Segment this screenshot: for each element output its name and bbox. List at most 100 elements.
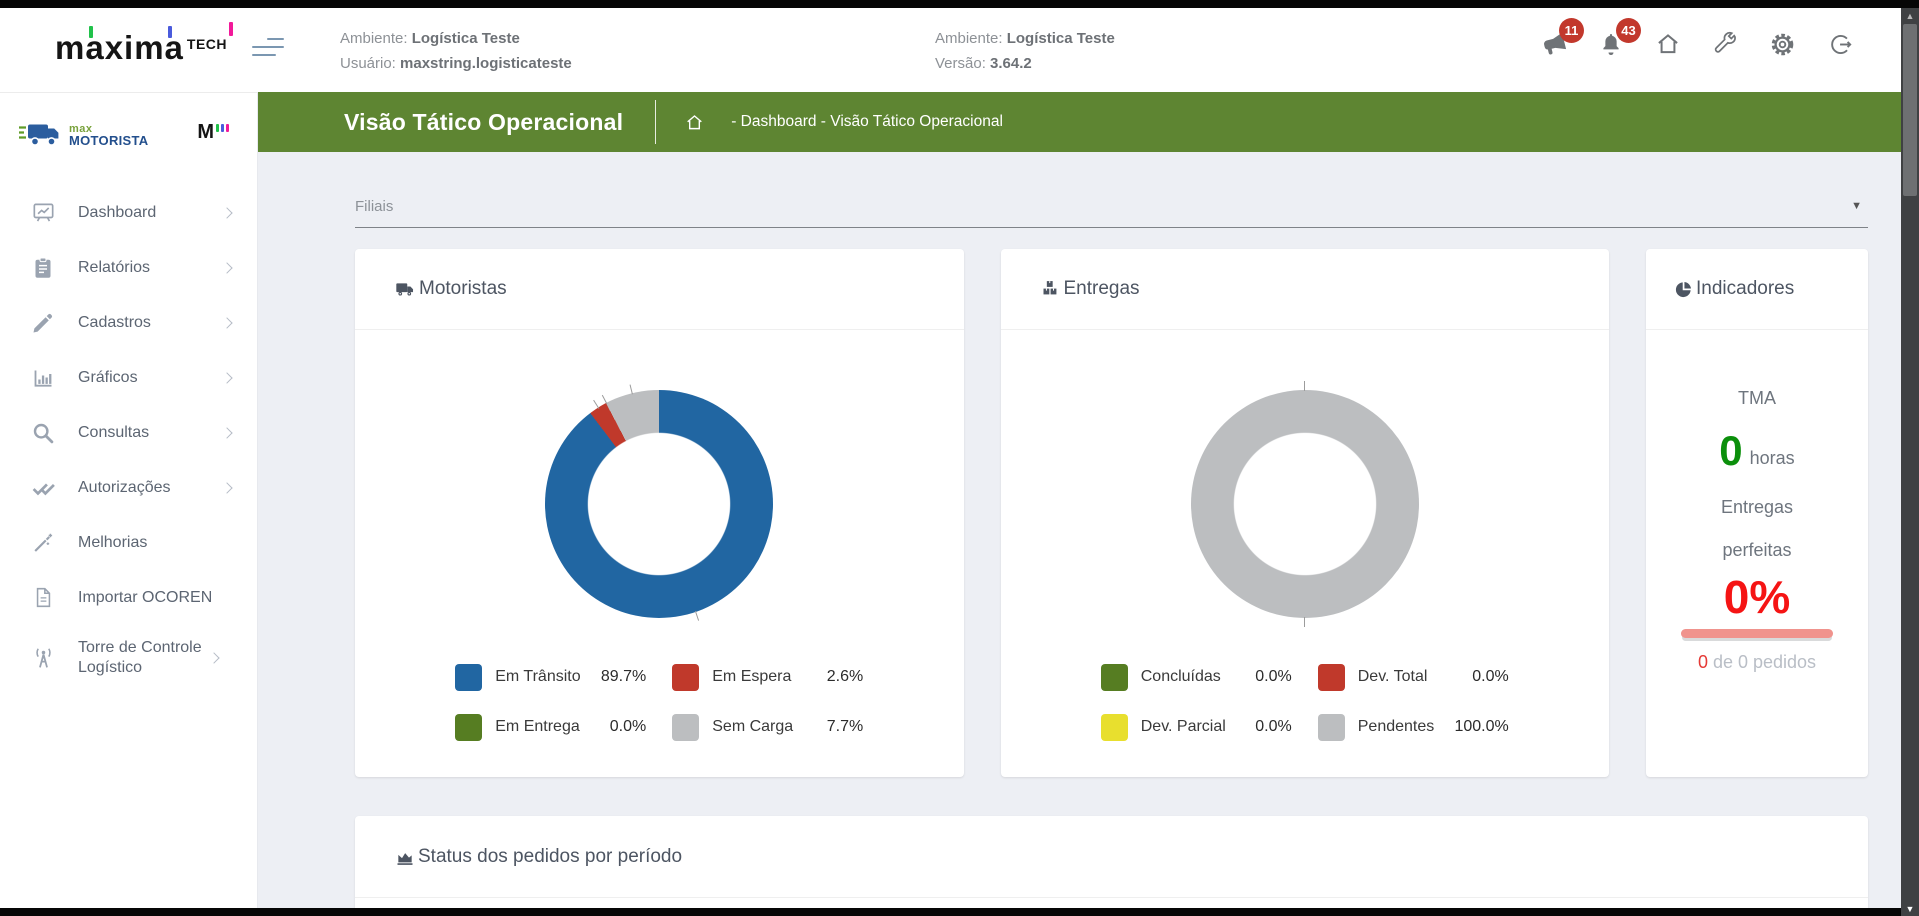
- motoristas-card-title: Motoristas: [395, 278, 507, 300]
- ambiente-value-2: Logística Teste: [1007, 30, 1115, 47]
- mark-blue-tick: [221, 124, 224, 132]
- topbar-icons: 11 43: [1540, 30, 1853, 58]
- legend-item-pendentes: Pendentes 100.0%: [1318, 706, 1509, 748]
- legend-item-dev-parcial: Dev. Parcial 0.0%: [1101, 706, 1292, 748]
- logout-icon: [1826, 31, 1853, 58]
- scrollbar-thumb[interactable]: [1903, 24, 1917, 196]
- sidebar-item-dashboard[interactable]: Dashboard: [0, 185, 257, 240]
- truck-icon: [395, 279, 416, 300]
- brand-name: maxima: [55, 30, 184, 66]
- sidebar-item-importar-ocoren[interactable]: Importar OCOREN: [0, 570, 257, 625]
- filiais-underline: [355, 227, 1868, 228]
- breadcrumb-home-icon[interactable]: [684, 112, 705, 133]
- sidebar-item-autorizacoes[interactable]: Autorizações: [0, 460, 257, 515]
- breadcrumb: - Dashboard - Visão Tático Operacional: [731, 113, 1003, 131]
- legend-item-em-transito: Em Trânsito 89.7%: [455, 656, 646, 698]
- entregas-card-title: Entregas: [1041, 278, 1140, 300]
- chevron-right-icon: [221, 262, 232, 273]
- wrench-icon: [1712, 31, 1738, 57]
- logout-button[interactable]: [1825, 30, 1853, 58]
- indicadores-card: Indicadores TMA 0 horas Entregas perfeit…: [1646, 249, 1868, 777]
- tma-unit: horas: [1750, 448, 1795, 469]
- legend-item-concluidas: Concluídas 0.0%: [1101, 656, 1292, 698]
- filiais-label: Filiais: [355, 198, 393, 215]
- maxima-logo: maxima TECH: [55, 30, 233, 66]
- chevron-right-icon: [221, 482, 232, 493]
- ambiente-value: Logística Teste: [412, 30, 520, 47]
- status-pedidos-title: Status dos pedidos por período: [395, 846, 682, 868]
- perfect-deliveries-line2: perfeitas: [1722, 540, 1791, 561]
- sidebar-item-melhorias[interactable]: Melhorias: [0, 515, 257, 570]
- ambiente-label: Ambiente:: [340, 30, 408, 47]
- swatch: [455, 714, 482, 741]
- perfect-deliveries-line1: Entregas: [1721, 497, 1793, 518]
- logo-motorista-text: MOTORISTA: [69, 135, 149, 146]
- ambiente-label-2: Ambiente:: [935, 30, 1003, 47]
- tools-button[interactable]: [1711, 30, 1739, 58]
- titlebar-divider: [655, 100, 656, 144]
- versao-value: 3.64.2: [990, 55, 1032, 72]
- scrollbar-down-arrow[interactable]: ▼: [1901, 904, 1919, 914]
- sidebar-toggle-button[interactable]: [252, 38, 284, 56]
- chevron-right-icon: [221, 207, 232, 218]
- chevron-right-icon: [221, 372, 232, 383]
- entregas-donut-chart: [1191, 390, 1419, 618]
- perfect-deliveries-detail: 0 de 0 pedidos: [1698, 652, 1816, 673]
- page-title-bar: Visão Tático Operacional - Dashboard - V…: [258, 92, 1901, 152]
- document-icon: [30, 586, 56, 609]
- tma-label: TMA: [1738, 388, 1776, 409]
- app-window: maxima TECH Ambiente: Logística Teste Us…: [0, 0, 1919, 916]
- sidebar-item-relatorios[interactable]: Relatórios: [0, 240, 257, 295]
- sidebar-item-cadastros[interactable]: Cadastros: [0, 295, 257, 350]
- sidebar-item-torre-de-controle[interactable]: Torre de Controle Logístico: [0, 625, 257, 691]
- swatch: [1318, 664, 1345, 691]
- status-pedidos-card: Status dos pedidos por período: [355, 816, 1868, 908]
- motoristas-card: Motoristas Em Trânsito 89.7% Em Espera: [355, 249, 964, 777]
- logo-blue-tick: [168, 26, 172, 38]
- swatch: [672, 664, 699, 691]
- legend-item-em-entrega: Em Entrega 0.0%: [455, 706, 646, 748]
- main-content: Filiais ▼ Moto: [258, 152, 1901, 908]
- scrollbar[interactable]: ▲ ▼: [1901, 8, 1919, 916]
- boxes-icon: [1041, 279, 1061, 299]
- legend-item-em-espera: Em Espera 2.6%: [672, 656, 863, 698]
- double-check-icon: [30, 475, 56, 500]
- announcements-badge: 11: [1559, 18, 1584, 43]
- brand-suffix: TECH: [187, 36, 227, 52]
- swatch: [1101, 714, 1128, 741]
- legend-item-dev-total: Dev. Total 0.0%: [1318, 656, 1509, 698]
- home-button[interactable]: [1654, 30, 1682, 58]
- notifications-button[interactable]: 43: [1597, 30, 1625, 58]
- scrollbar-up-arrow[interactable]: ▲: [1901, 11, 1919, 21]
- settings-button[interactable]: [1768, 30, 1796, 58]
- indicadores-card-title: Indicadores: [1674, 278, 1794, 300]
- reports-icon: [30, 256, 56, 280]
- chevron-right-icon: [208, 652, 219, 663]
- home-icon: [1654, 30, 1682, 58]
- perfect-deliveries-percent: 0%: [1724, 575, 1790, 619]
- magic-wand-icon: [30, 531, 56, 555]
- sidebar-item-graficos[interactable]: Gráficos: [0, 350, 257, 405]
- motoristas-donut-chart: [545, 390, 773, 618]
- chevron-right-icon: [221, 317, 232, 328]
- pie-chart-icon: [1674, 280, 1693, 299]
- logo-green-tick: [89, 26, 93, 38]
- swatch: [1101, 664, 1128, 691]
- entregas-card: Entregas Concluídas 0.0% Dev. Total: [1001, 249, 1610, 777]
- swatch: [672, 714, 699, 741]
- search-icon: [30, 421, 56, 445]
- usuario-label: Usuário:: [340, 55, 396, 72]
- sidebar-item-consultas[interactable]: Consultas: [0, 405, 257, 460]
- sidebar-header: max MOTORISTA M: [0, 93, 257, 149]
- maxima-mark: M: [197, 123, 229, 141]
- filiais-select[interactable]: Filiais ▼: [355, 198, 1868, 228]
- dropdown-arrow-icon: ▼: [1851, 200, 1862, 212]
- environment-version-block: Ambiente: Logística Teste Versão: 3.64.2: [935, 26, 1115, 76]
- usuario-value: maxstring.logisticateste: [400, 55, 572, 72]
- bar-chart-icon: [30, 366, 56, 390]
- max-motorista-logo: max MOTORISTA: [18, 119, 149, 149]
- chevron-right-icon: [221, 427, 232, 438]
- announcements-button[interactable]: 11: [1540, 30, 1568, 58]
- mark-green-tick: [216, 124, 219, 132]
- pencil-icon: [30, 311, 56, 335]
